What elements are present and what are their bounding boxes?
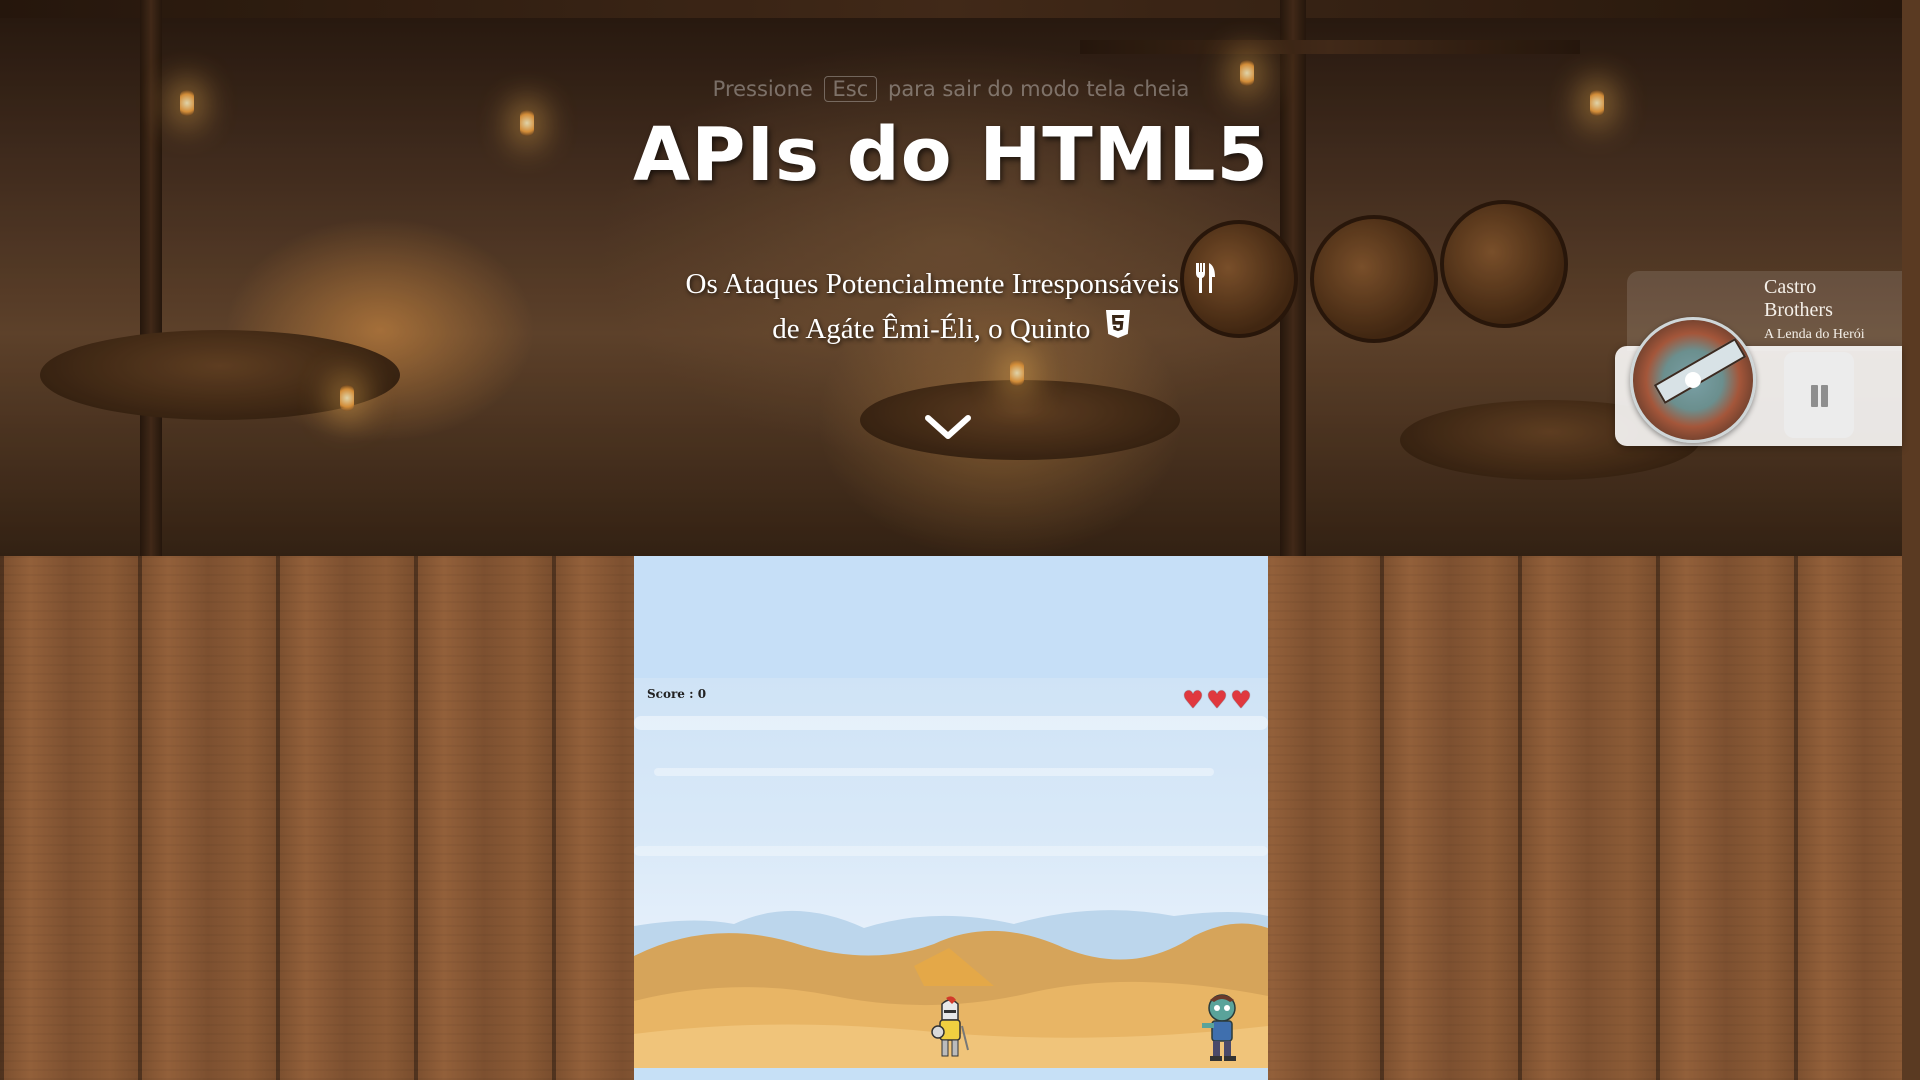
- hint-text-after: para sair do modo tela cheia: [887, 77, 1190, 101]
- utensils-icon: [1194, 262, 1216, 307]
- album-art: [1630, 317, 1756, 443]
- track-name: Castro Brothers: [1764, 276, 1833, 321]
- fullscreen-exit-hint: Pressione Esc para sair do modo tela che…: [0, 76, 1902, 102]
- page-title: APIs do HTML5: [632, 112, 1270, 198]
- zombie-enemy-sprite: [1202, 994, 1236, 1061]
- hero-section: Pressione Esc para sair do modo tela che…: [0, 0, 1902, 556]
- pause-button[interactable]: [1784, 352, 1854, 438]
- knight-player-sprite: [931, 996, 969, 1057]
- chevron-down-icon[interactable]: [924, 412, 972, 442]
- heart-icon: ♥: [1230, 686, 1252, 714]
- score-label: Score : 0: [647, 687, 707, 701]
- esc-key-badge: Esc: [823, 76, 878, 102]
- subtitle-line-1: Os Ataques Potencialmente Irresponsáveis: [685, 268, 1180, 300]
- game-ground-strip: [634, 1068, 1268, 1080]
- game-canvas[interactable]: Score : 0 ♥ ♥ ♥: [634, 556, 1268, 1080]
- hint-text-before: Pressione: [712, 77, 813, 101]
- html5-icon: [1105, 307, 1130, 352]
- disc-center: [1685, 372, 1701, 388]
- lives-indicator: ♥ ♥ ♥: [1182, 686, 1252, 714]
- track-album: A Lenda do Herói: [1764, 327, 1865, 342]
- heart-icon: ♥: [1182, 686, 1204, 714]
- page-subtitle: Os Ataques Potencialmente Irresponsáveis…: [0, 262, 1902, 352]
- heart-icon: ♥: [1206, 686, 1228, 714]
- subtitle-line-2: de Agáte Êmi-Éli, o Quinto: [772, 313, 1091, 345]
- sword-icon: [1653, 337, 1747, 405]
